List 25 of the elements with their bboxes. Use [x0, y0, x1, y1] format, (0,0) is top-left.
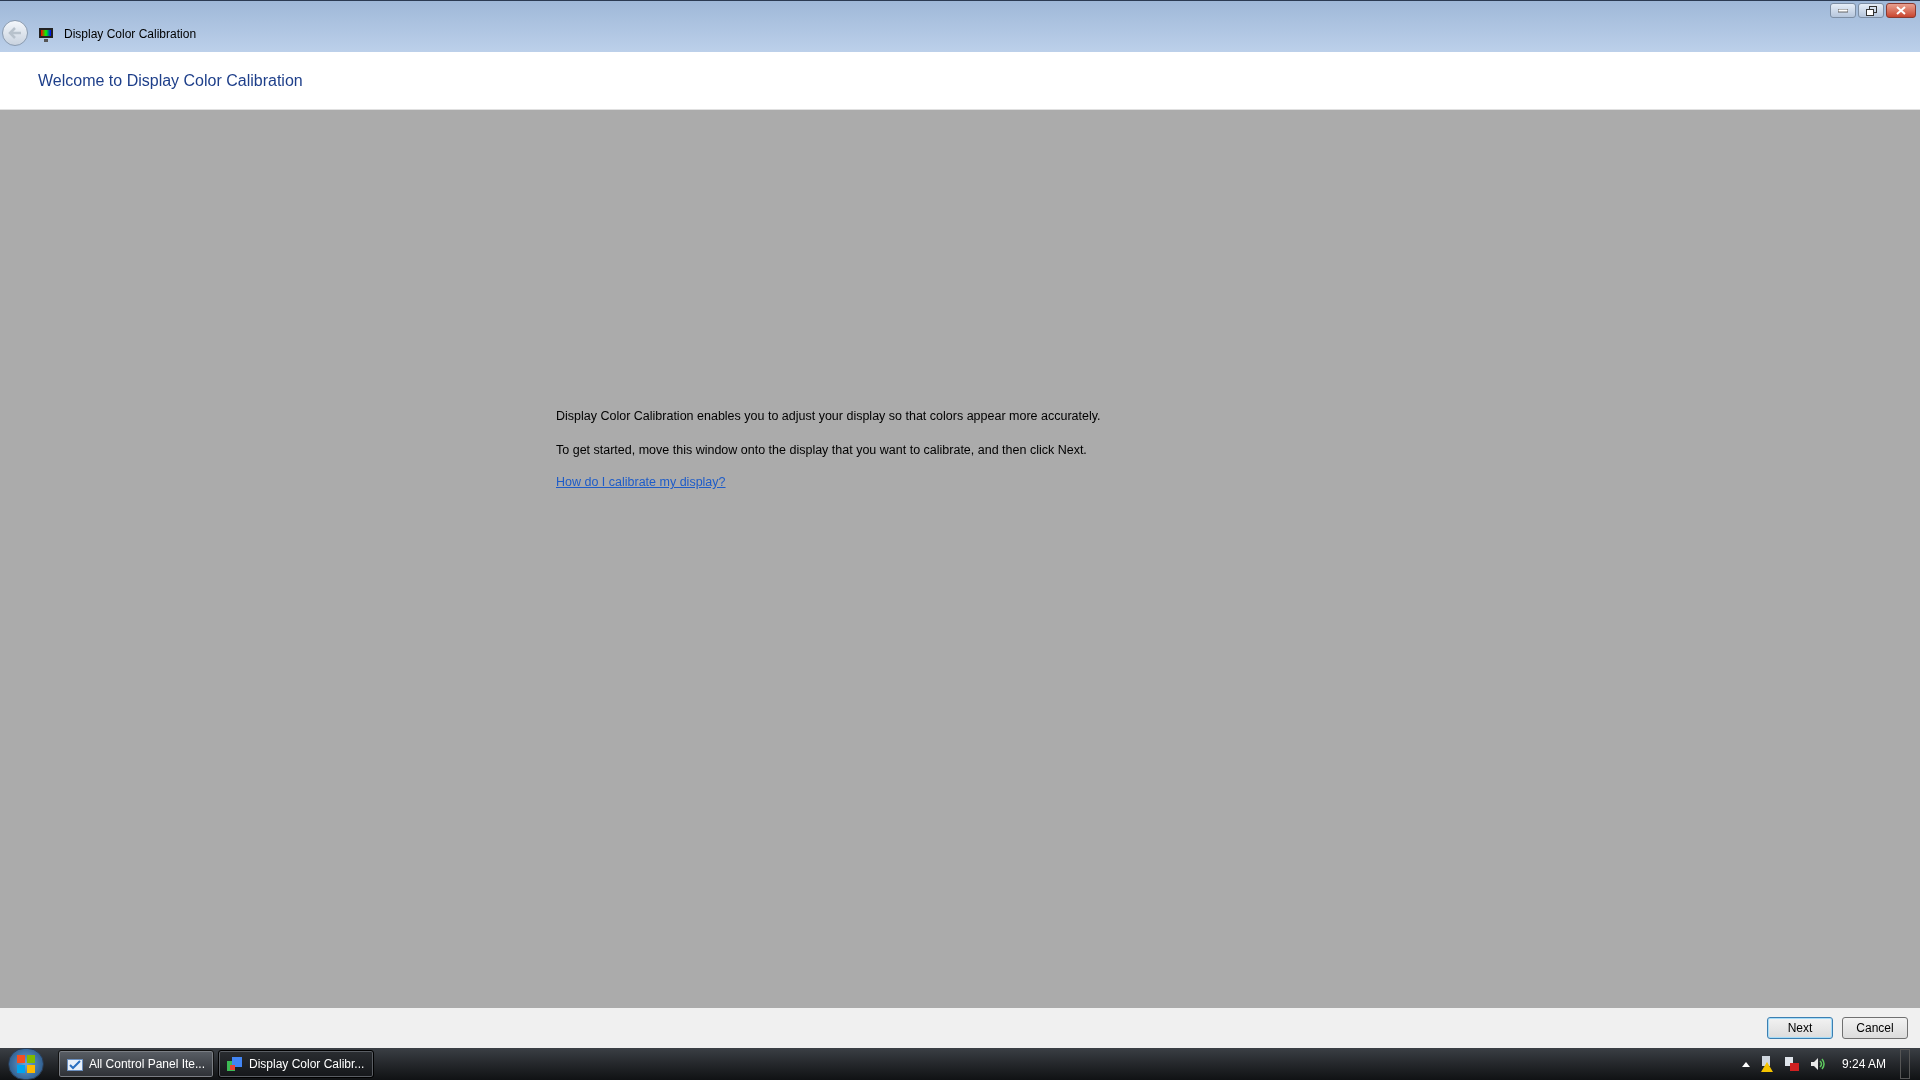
- warning-icon[interactable]: [1759, 1056, 1774, 1072]
- cancel-button[interactable]: Cancel: [1842, 1017, 1908, 1039]
- close-icon: [1896, 6, 1906, 15]
- windows-logo-icon: [16, 1054, 36, 1074]
- next-button[interactable]: Next: [1767, 1017, 1833, 1039]
- back-arrow-icon: [8, 27, 22, 39]
- window-title: Display Color Calibration: [64, 26, 197, 43]
- taskbar-button[interactable]: All Control Panel Ite...: [58, 1050, 214, 1078]
- description-paragraph: To get started, move this window onto the display that you want to calibrate, and then click Next.: [556, 442, 1088, 459]
- start-button[interactable]: [8, 1048, 44, 1080]
- show-desktop-button[interactable]: [1900, 1049, 1910, 1079]
- clock[interactable]: 9:24 AM: [1841, 1055, 1886, 1073]
- minimize-icon: [1838, 8, 1848, 13]
- page-heading: Welcome to Display Color Calibration: [38, 70, 303, 91]
- monitor-icon: [38, 27, 54, 43]
- network-icon[interactable]: [1783, 1056, 1800, 1072]
- checklist-icon: [67, 1057, 83, 1071]
- show-hidden-icons-icon[interactable]: [1741, 1061, 1750, 1067]
- volume-icon[interactable]: [1809, 1057, 1826, 1071]
- restore-icon: [1865, 5, 1877, 16]
- restore-button[interactable]: [1858, 3, 1884, 18]
- description-paragraph: Display Color Calibration enables you to adjust your display so that colors appear more accurately.: [556, 408, 1102, 425]
- color-squares-icon: [227, 1056, 243, 1072]
- close-button[interactable]: [1886, 3, 1916, 18]
- taskbar-button[interactable]: Display Color Calibr...: [218, 1050, 374, 1078]
